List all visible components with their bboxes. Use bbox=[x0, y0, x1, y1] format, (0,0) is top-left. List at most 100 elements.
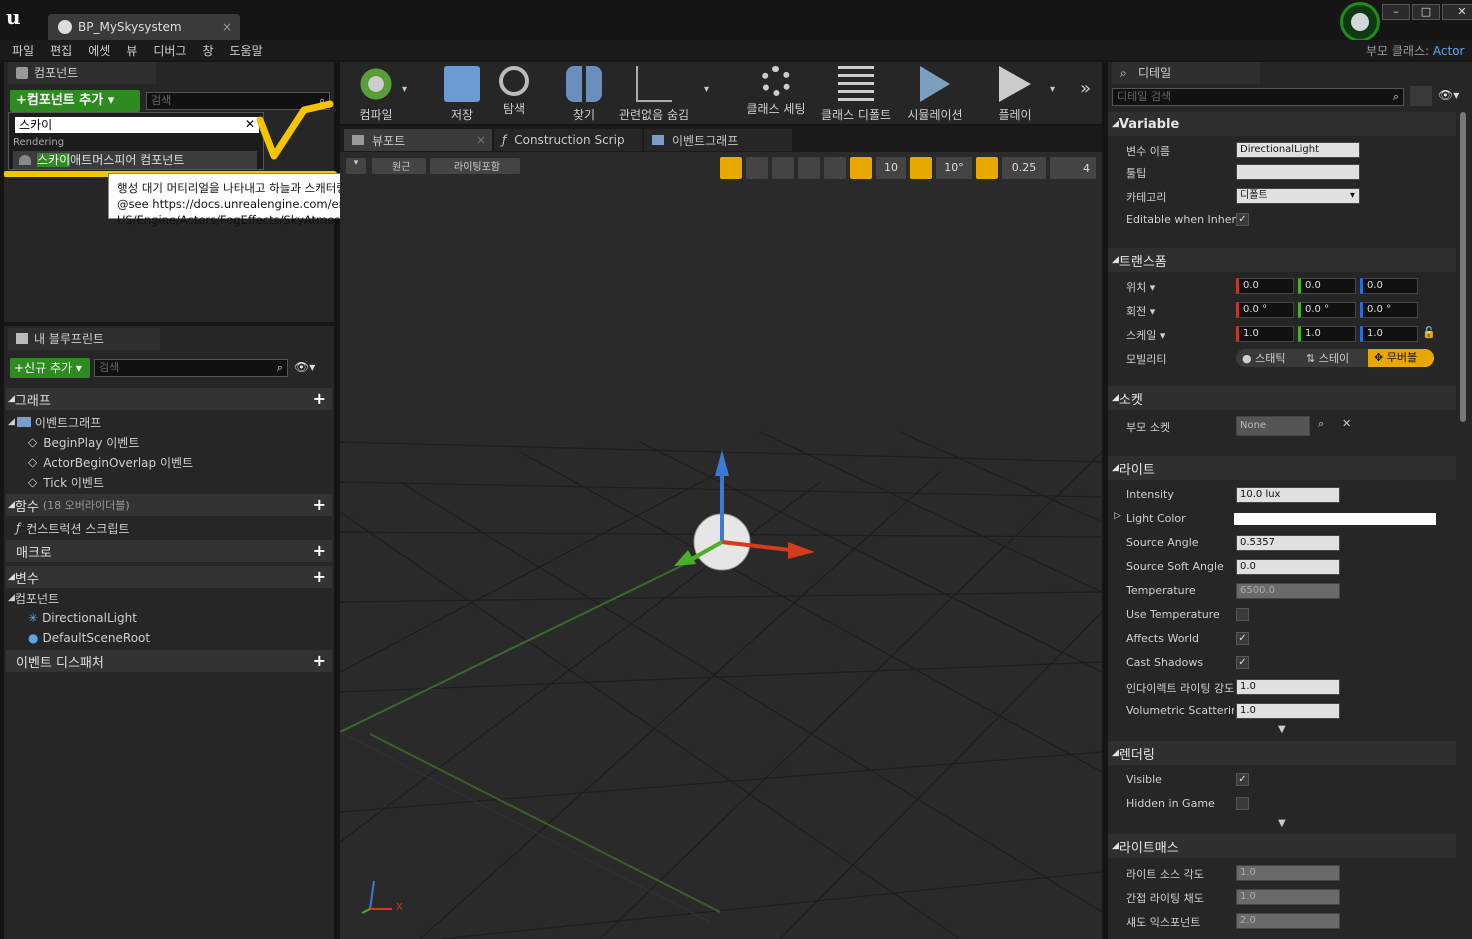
search-icon[interactable]: ⌕ bbox=[1318, 417, 1324, 431]
lit-button[interactable]: 라이팅포함 bbox=[430, 158, 520, 174]
location-y[interactable]: 0.0 bbox=[1298, 278, 1356, 294]
expand-toolbar-icon[interactable]: » bbox=[1080, 78, 1091, 99]
parent-socket-field[interactable]: None bbox=[1236, 416, 1310, 436]
visibility-eye-icon[interactable]: 👁▾ bbox=[294, 360, 315, 374]
scale-snap-icon[interactable] bbox=[976, 157, 998, 179]
class-settings-button[interactable]: 클래스 세팅 bbox=[740, 66, 812, 117]
mobility-static[interactable]: ● 스태틱 bbox=[1236, 350, 1302, 366]
class-defaults-button[interactable]: 클래스 디폴트 bbox=[816, 66, 896, 123]
close-window-button[interactable]: ✕ bbox=[1442, 4, 1472, 20]
menu-file[interactable]: 파일 bbox=[12, 42, 34, 59]
macros-section[interactable]: 매크로 + bbox=[6, 540, 332, 562]
light-advanced-chevron-icon[interactable]: ▼ bbox=[1278, 724, 1286, 735]
menu-help[interactable]: 도움말 bbox=[230, 42, 263, 59]
components-category[interactable]: ◢ 컴포넌트 bbox=[8, 588, 59, 608]
lightmass-section[interactable]: ◢ 라이트매스 bbox=[1108, 834, 1456, 858]
rotation-z[interactable]: 0.0 ° bbox=[1360, 302, 1418, 318]
add-graph-button[interactable]: + bbox=[313, 389, 326, 408]
unreal-logo-icon[interactable]: u bbox=[6, 6, 28, 28]
perspective-button[interactable]: 원근 bbox=[372, 158, 426, 174]
visible-checkbox[interactable]: ✓ bbox=[1236, 773, 1249, 786]
close-icon[interactable]: × bbox=[476, 133, 486, 147]
location-label[interactable]: 위치 ▾ bbox=[1126, 279, 1155, 295]
close-icon[interactable]: × bbox=[222, 14, 232, 40]
parent-class-link[interactable]: Actor bbox=[1433, 44, 1465, 58]
hidden-in-game-checkbox[interactable] bbox=[1236, 797, 1249, 810]
details-scrollbar[interactable] bbox=[1460, 112, 1466, 422]
hide-unrelated-button[interactable]: 관련없음 숨김 bbox=[614, 66, 694, 123]
tooltip-field[interactable] bbox=[1236, 164, 1360, 180]
category-select[interactable]: 디폴트 ▾ bbox=[1236, 188, 1360, 204]
hide-unrelated-chevron-icon[interactable]: ▾ bbox=[704, 84, 709, 95]
scale-label[interactable]: 스케일 ▾ bbox=[1126, 327, 1165, 343]
tab-event-graph[interactable]: 이벤트그래프 bbox=[644, 129, 792, 151]
translate-tool-icon[interactable] bbox=[720, 157, 742, 179]
details-search-input[interactable]: 디테일 검색 ⌕ bbox=[1112, 88, 1404, 106]
surface-snap-icon[interactable] bbox=[824, 157, 846, 179]
variable-section[interactable]: ◢ Variable bbox=[1108, 112, 1456, 136]
lock-icon[interactable]: 🔓 bbox=[1422, 326, 1436, 339]
rotation-snap-value[interactable]: 10° bbox=[936, 157, 972, 179]
document-tab[interactable]: BP_MySkysystem × bbox=[48, 14, 240, 40]
components-tab[interactable]: 컴포넌트 bbox=[8, 62, 156, 84]
world-local-icon[interactable] bbox=[798, 157, 820, 179]
save-button[interactable]: 저장 bbox=[432, 66, 492, 123]
directional-light-gizmo[interactable] bbox=[660, 442, 820, 582]
source-soft-angle-field[interactable]: 0.0 bbox=[1236, 559, 1340, 575]
expand-arrow-icon[interactable]: ▷ bbox=[1114, 511, 1121, 521]
browse-button[interactable]: 탐색 bbox=[484, 66, 544, 117]
rotation-y[interactable]: 0.0 ° bbox=[1298, 302, 1356, 318]
variables-section[interactable]: ◢ 변수 + bbox=[6, 566, 332, 588]
transform-section[interactable]: ◢ 트랜스폼 bbox=[1108, 248, 1456, 272]
source-control-icon[interactable] bbox=[1340, 2, 1380, 42]
add-function-button[interactable]: + bbox=[313, 495, 326, 514]
tab-viewport[interactable]: 뷰포트 × bbox=[344, 129, 492, 151]
viewport[interactable]: ▾ 원근 라이팅포함 10 10° 0.25 4 X bbox=[340, 152, 1102, 939]
clear-icon[interactable]: ✕ bbox=[1342, 417, 1351, 430]
add-new-button[interactable]: +신규 추가 ▾ bbox=[10, 358, 90, 378]
rendering-section[interactable]: ◢ 렌더링 bbox=[1108, 741, 1456, 765]
grid-snap-value[interactable]: 10 bbox=[876, 157, 906, 179]
menu-debug[interactable]: 디버그 bbox=[153, 42, 186, 59]
simulation-button[interactable]: 시뮬레이션 bbox=[902, 66, 968, 123]
scale-x[interactable]: 1.0 bbox=[1236, 326, 1294, 342]
scale-y[interactable]: 1.0 bbox=[1298, 326, 1356, 342]
play-options-chevron-icon[interactable]: ▾ bbox=[1050, 84, 1055, 95]
menu-view[interactable]: 뷰 bbox=[126, 42, 137, 59]
volumetric-field[interactable]: 1.0 bbox=[1236, 703, 1340, 719]
event-graph-item[interactable]: ◢ 이벤트그래프 bbox=[8, 412, 101, 432]
var-name-field[interactable]: DirectionalLight bbox=[1236, 142, 1360, 158]
find-button[interactable]: 찾기 bbox=[554, 66, 614, 123]
viewport-options-button[interactable]: ▾ bbox=[346, 158, 366, 174]
event-item[interactable]: ◇ BeginPlay 이벤트 bbox=[28, 432, 139, 452]
add-macro-button[interactable]: + bbox=[313, 541, 326, 560]
camera-speed-button[interactable]: 4 bbox=[1050, 157, 1096, 179]
blueprint-search-input[interactable]: 검색 ⌕ bbox=[94, 359, 288, 377]
compile-options-chevron-icon[interactable]: ▾ bbox=[402, 84, 407, 95]
grid-snap-icon[interactable] bbox=[850, 157, 872, 179]
compile-button[interactable]: 컴파일 bbox=[346, 66, 406, 123]
event-item[interactable]: ◇ ActorBeginOverlap 이벤트 bbox=[28, 452, 193, 472]
minimize-button[interactable]: – bbox=[1382, 4, 1410, 20]
graph-section[interactable]: ◢ 그래프 + bbox=[6, 388, 332, 410]
rotate-tool-icon[interactable] bbox=[746, 157, 768, 179]
source-angle-field[interactable]: 0.5357 bbox=[1236, 535, 1340, 551]
maximize-button[interactable]: □ bbox=[1412, 4, 1440, 20]
menu-edit[interactable]: 편집 bbox=[50, 42, 72, 59]
intensity-field[interactable]: 10.0 lux bbox=[1236, 487, 1340, 503]
property-matrix-icon[interactable] bbox=[1410, 86, 1432, 106]
my-blueprint-tab[interactable]: 내 블루프린트 bbox=[8, 328, 160, 350]
light-color-swatch[interactable] bbox=[1234, 513, 1436, 525]
event-item[interactable]: ◇ Tick 이벤트 bbox=[28, 472, 104, 492]
scale-z[interactable]: 1.0 bbox=[1360, 326, 1418, 342]
play-button[interactable]: 플레이 bbox=[982, 66, 1048, 123]
rendering-advanced-chevron-icon[interactable]: ▼ bbox=[1278, 818, 1286, 829]
dispatchers-section[interactable]: 이벤트 디스패처 + bbox=[6, 650, 332, 672]
mobility-stationary[interactable]: ⇅ 스테이 bbox=[1302, 350, 1368, 366]
location-x[interactable]: 0.0 bbox=[1236, 278, 1294, 294]
editable-checkbox[interactable]: ✓ bbox=[1236, 213, 1249, 226]
menu-window[interactable]: 창 bbox=[202, 42, 213, 59]
rotation-label[interactable]: 회전 ▾ bbox=[1126, 303, 1155, 319]
details-tab[interactable]: ⌕ 디테일 bbox=[1112, 62, 1260, 84]
rotation-x[interactable]: 0.0 ° bbox=[1236, 302, 1294, 318]
